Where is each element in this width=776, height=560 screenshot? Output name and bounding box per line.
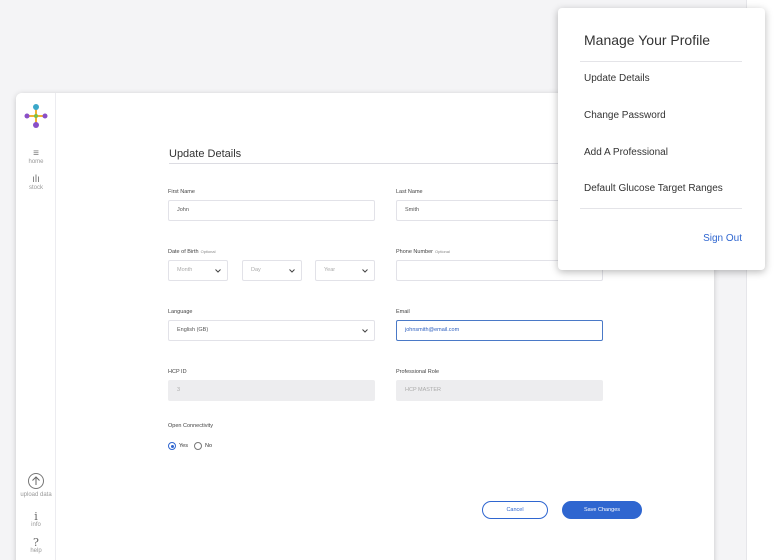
first-name-value: John — [177, 207, 189, 213]
chevron-down-icon — [362, 269, 368, 273]
radio-no-label: No — [204, 443, 213, 449]
connectivity-radio-group: Yes No — [168, 442, 212, 450]
language-value: English (GB) — [177, 327, 209, 333]
last-name-label: Last Name — [396, 189, 423, 195]
sidebar-item-help[interactable]: ? help — [16, 537, 56, 554]
divider — [580, 208, 742, 209]
first-name-field[interactable]: John — [168, 200, 375, 221]
page-title: Update Details — [169, 148, 242, 160]
last-name-value: Smith — [405, 207, 420, 213]
sidebar-item-label: upload data — [20, 492, 52, 498]
chevron-down-icon — [215, 269, 221, 273]
home-icon: ≡ — [33, 148, 39, 159]
dob-label: Date of Birth Optional — [168, 249, 216, 255]
upload-icon — [28, 473, 44, 489]
chevron-down-icon — [362, 329, 368, 333]
dob-day-select[interactable]: Day — [242, 260, 302, 281]
menu-item-change-password[interactable]: Change Password — [584, 110, 666, 121]
sidebar-item-label: help — [30, 548, 42, 554]
sidebar-item-label: home — [28, 159, 44, 165]
cancel-button[interactable]: Cancel — [482, 501, 548, 519]
role-field: HCP MASTER — [396, 380, 603, 401]
hcp-id-label: HCP ID — [168, 369, 187, 375]
info-icon: i — [34, 510, 38, 523]
sidebar-item-label: stock — [28, 185, 43, 191]
sign-out-link[interactable]: Sign Out — [703, 233, 742, 244]
email-value: johnsmith@email.com — [405, 327, 460, 333]
dob-day-value: Day — [251, 267, 261, 273]
email-label: Email — [396, 309, 410, 315]
hcp-id-value: 3 — [177, 387, 181, 393]
language-label: Language — [168, 309, 193, 315]
divider — [580, 61, 742, 62]
menu-title: Manage Your Profile — [584, 32, 711, 48]
email-field[interactable]: johnsmith@email.com — [396, 320, 603, 341]
sidebar-item-stock[interactable]: ılı stock — [16, 174, 56, 192]
app-logo-icon — [24, 104, 48, 128]
optional-tag: Optional — [435, 249, 450, 254]
dob-year-select[interactable]: Year — [315, 260, 375, 281]
role-label: Professional Role — [396, 369, 440, 375]
connectivity-yes-radio[interactable] — [168, 442, 176, 450]
chevron-down-icon — [289, 269, 295, 273]
help-icon: ? — [33, 536, 39, 549]
sidebar-item-info[interactable]: i info — [16, 511, 56, 528]
sidebar-item-label: info — [31, 522, 41, 528]
first-name-label: First Name — [168, 189, 195, 195]
menu-item-add-professional[interactable]: Add A Professional — [584, 147, 668, 158]
dob-month-select[interactable]: Month — [168, 260, 228, 281]
save-changes-button[interactable]: Save Changes — [562, 501, 642, 519]
connectivity-label: Open Connectivity — [168, 423, 213, 429]
phone-label: Phone Number Optional — [396, 249, 450, 255]
sidebar-item-home[interactable]: ≡ home — [16, 148, 56, 166]
role-value: HCP MASTER — [405, 387, 441, 393]
dob-month-value: Month — [177, 267, 193, 273]
language-select[interactable]: English (GB) — [168, 320, 375, 341]
optional-tag: Optional — [200, 249, 216, 254]
menu-item-update-details[interactable]: Update Details — [584, 73, 650, 84]
radio-yes-label: Yes — [179, 443, 188, 449]
dob-year-value: Year — [324, 267, 336, 273]
menu-item-glucose-ranges[interactable]: Default Glucose Target Ranges — [584, 183, 723, 194]
profile-menu: Manage Your Profile Update Details Chang… — [558, 8, 765, 270]
hcp-id-field: 3 — [168, 380, 375, 401]
sidebar-item-upload-data[interactable]: upload data — [16, 473, 56, 498]
connectivity-no-radio[interactable] — [193, 442, 202, 450]
divider — [169, 163, 617, 164]
stock-icon: ılı — [32, 174, 40, 185]
sidebar: ≡ home ılı stock upload data i info ? he… — [16, 93, 56, 560]
